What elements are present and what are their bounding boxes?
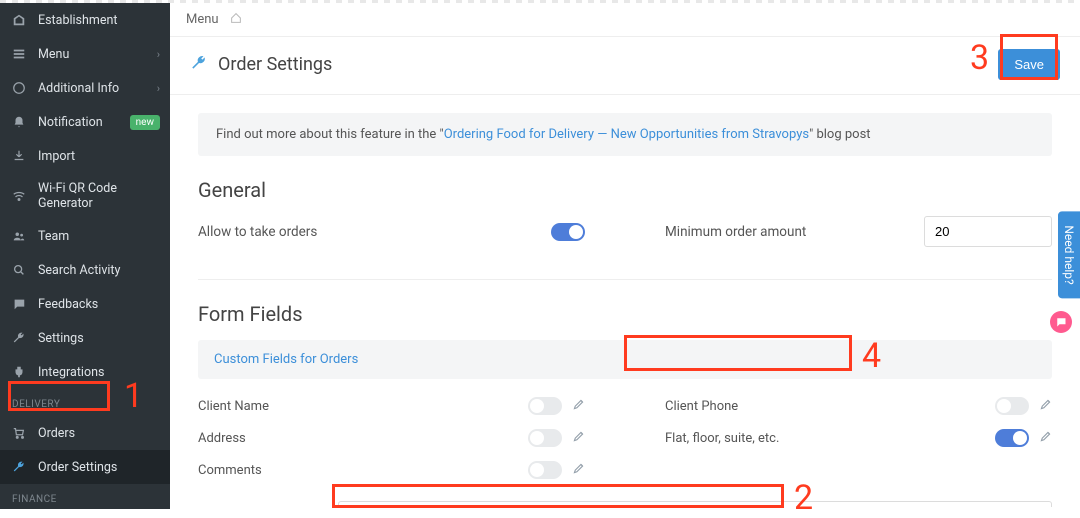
sidebar-item-notification[interactable]: Notification new: [0, 105, 170, 139]
sidebar: Establishment Menu › Additional Info › N…: [0, 3, 170, 509]
allow-orders-toggle[interactable]: [551, 223, 585, 241]
field-row-comments: Comments: [198, 461, 585, 479]
sidebar-item-label: Wi-Fi QR Code Generator: [38, 181, 160, 211]
main-content: Menu Order Settings Save Find out more a…: [170, 3, 1080, 509]
sidebar-section-delivery: DELIVERY: [0, 389, 170, 416]
banner-prefix: Find out more about this feature in the …: [216, 127, 444, 142]
custom-fields-row: Custom Fields for Orders: [198, 340, 1052, 379]
import-icon: [10, 147, 28, 165]
page-title: Order Settings: [218, 54, 332, 75]
sidebar-item-label: Orders: [38, 426, 160, 441]
comments-toggle[interactable]: [528, 461, 562, 479]
wrench-icon: [10, 329, 28, 347]
field-row-address: Address: [198, 429, 585, 447]
sidebar-item-order-settings[interactable]: Order Settings: [0, 450, 170, 484]
order-comment-textarea[interactable]: [338, 501, 1052, 507]
sidebar-item-pricing[interactable]: Pricing Plans: [0, 511, 170, 518]
row-min-amount: Minimum order amount: [665, 216, 1052, 247]
row-allow-orders: Allow to take orders: [198, 216, 585, 247]
client-name-toggle[interactable]: [528, 397, 562, 415]
wrench-icon: [190, 54, 208, 76]
team-icon: [10, 227, 28, 245]
field-row-flat-floor: Flat, floor, suite, etc.: [665, 429, 1052, 447]
allow-orders-label: Allow to take orders: [198, 224, 551, 240]
plug-icon: [10, 363, 28, 381]
wrench-icon: [10, 458, 28, 476]
sidebar-item-team[interactable]: Team: [0, 219, 170, 253]
client-name-label: Client Name: [198, 399, 528, 414]
field-row-client-name: Client Name: [198, 397, 585, 415]
sidebar-item-label: Menu: [38, 47, 147, 62]
sidebar-item-label: Order Settings: [38, 460, 160, 475]
custom-fields-link[interactable]: Custom Fields for Orders: [214, 352, 358, 367]
comments-label: Comments: [198, 463, 528, 478]
min-amount-label: Minimum order amount: [665, 224, 924, 240]
sidebar-item-label: Integrations: [38, 365, 160, 380]
client-phone-label: Client Phone: [665, 399, 995, 414]
bell-icon: [10, 113, 28, 131]
flat-floor-label: Flat, floor, suite, etc.: [665, 431, 995, 446]
sidebar-item-label: Team: [38, 229, 160, 244]
edit-icon[interactable]: [1039, 430, 1052, 447]
chevron-right-icon: ›: [157, 48, 160, 61]
edit-icon[interactable]: [572, 430, 585, 447]
chat-bubble-icon[interactable]: [1050, 311, 1072, 333]
sidebar-item-label: Feedbacks: [38, 297, 160, 312]
cart-icon: [10, 424, 28, 442]
search-icon: [10, 261, 28, 279]
save-button[interactable]: Save: [998, 49, 1060, 80]
sidebar-item-menu[interactable]: Menu ›: [0, 37, 170, 71]
scroll-area[interactable]: Find out more about this feature in the …: [170, 95, 1080, 507]
breadcrumb: Menu: [170, 3, 1080, 37]
info-icon: [10, 79, 28, 97]
new-badge: new: [130, 115, 160, 130]
order-comment-label: Order Form Comment: [198, 501, 338, 507]
flat-floor-toggle[interactable]: [995, 429, 1029, 447]
min-amount-input[interactable]: [924, 216, 1052, 247]
section-title-form-fields: Form Fields: [198, 302, 1052, 326]
edit-icon[interactable]: [572, 398, 585, 415]
edit-icon[interactable]: [1039, 398, 1052, 415]
banner-suffix: " blog post: [809, 127, 870, 142]
sidebar-section-finance: FINANCE: [0, 484, 170, 511]
wifi-icon: [10, 187, 28, 205]
chevron-right-icon: ›: [157, 82, 160, 95]
sidebar-item-feedbacks[interactable]: Feedbacks: [0, 287, 170, 321]
section-title-general: General: [198, 178, 1052, 202]
sidebar-item-wifi-qr[interactable]: Wi-Fi QR Code Generator: [0, 173, 170, 219]
sidebar-item-orders[interactable]: Orders: [0, 416, 170, 450]
sidebar-item-label: Establishment: [38, 13, 160, 28]
menu-icon: [10, 45, 28, 63]
sidebar-item-label: Search Activity: [38, 263, 160, 278]
row-order-comment: Order Form Comment G: [198, 501, 1052, 507]
sidebar-item-search-activity[interactable]: Search Activity: [0, 253, 170, 287]
help-tab[interactable]: Need help?: [1058, 211, 1080, 298]
home-icon[interactable]: [229, 11, 243, 29]
address-toggle[interactable]: [528, 429, 562, 447]
sidebar-item-label: Import: [38, 149, 160, 164]
sidebar-item-label: Notification: [38, 115, 120, 130]
edit-icon[interactable]: [572, 462, 585, 479]
page-header: Order Settings Save: [170, 37, 1080, 95]
address-label: Address: [198, 431, 528, 446]
banner-link[interactable]: Ordering Food for Delivery — New Opportu…: [444, 127, 809, 142]
sidebar-item-import[interactable]: Import: [0, 139, 170, 173]
field-row-client-phone: Client Phone: [665, 397, 1052, 415]
client-phone-toggle[interactable]: [995, 397, 1029, 415]
info-banner: Find out more about this feature in the …: [198, 113, 1052, 156]
sidebar-item-establishment[interactable]: Establishment: [0, 3, 170, 37]
building-icon: [10, 11, 28, 29]
breadcrumb-root[interactable]: Menu: [186, 12, 219, 27]
sidebar-item-integrations[interactable]: Integrations: [0, 355, 170, 389]
sidebar-item-label: Additional Info: [38, 81, 147, 96]
sidebar-item-additional-info[interactable]: Additional Info ›: [0, 71, 170, 105]
feedback-icon: [10, 295, 28, 313]
sidebar-item-label: Settings: [38, 331, 160, 346]
sidebar-item-settings[interactable]: Settings: [0, 321, 170, 355]
